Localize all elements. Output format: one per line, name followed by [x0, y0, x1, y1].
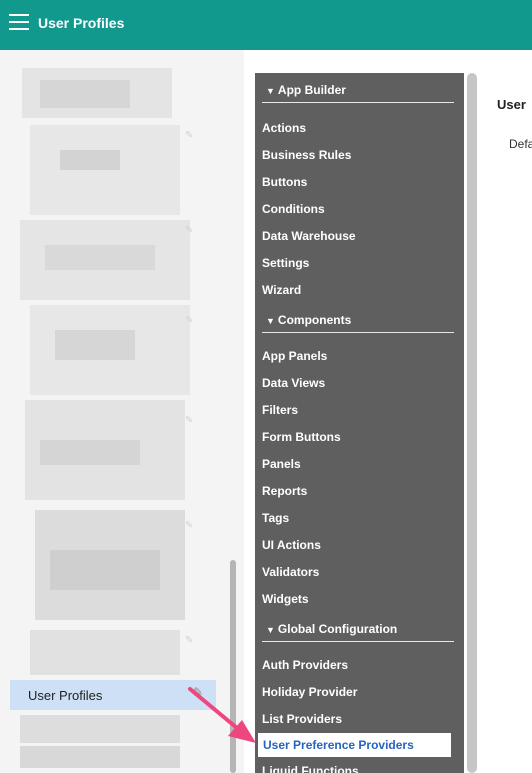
blurred-list-item: [40, 440, 140, 465]
menu-section-global-configuration[interactable]: ▼ Global Configuration: [262, 622, 454, 642]
menu-item-list-providers[interactable]: List Providers: [262, 712, 342, 726]
menu-item-data-views[interactable]: Data Views: [262, 376, 325, 390]
menu-item-validators[interactable]: Validators: [262, 565, 319, 579]
pencil-icon: ✎: [185, 520, 194, 531]
page-title: User Profiles: [38, 15, 125, 31]
blurred-list-item: [60, 150, 120, 170]
pencil-icon: ✎: [185, 415, 194, 426]
pencil-icon: ✎: [185, 635, 194, 646]
pencil-icon: ✎: [185, 225, 194, 236]
menu-item-tags[interactable]: Tags: [262, 511, 289, 525]
content-text: Defa: [509, 137, 532, 151]
menu-section-app-builder[interactable]: ▼ App Builder: [262, 83, 454, 103]
menu-item-settings[interactable]: Settings: [262, 256, 309, 270]
list-item-user-profiles[interactable]: User Profiles ✎: [10, 680, 216, 710]
menu-item-form-buttons[interactable]: Form Buttons: [262, 430, 341, 444]
menu-item-buttons[interactable]: Buttons: [262, 175, 307, 189]
menu-item-data-warehouse[interactable]: Data Warehouse: [262, 229, 356, 243]
pencil-icon: ✎: [185, 130, 194, 141]
blurred-list-item: [50, 550, 160, 590]
menu-section-label: App Builder: [277, 83, 346, 97]
menu-section-label: Global Configuration: [277, 622, 398, 636]
menu-item-conditions[interactable]: Conditions: [262, 202, 325, 216]
blurred-list-item: [40, 80, 130, 108]
menu-item-wizard[interactable]: Wizard: [262, 283, 301, 297]
blurred-list-item: [55, 330, 135, 360]
pencil-icon[interactable]: ✎: [193, 685, 203, 699]
menu-item-filters[interactable]: Filters: [262, 403, 298, 417]
menu-item-auth-providers[interactable]: Auth Providers: [262, 658, 348, 672]
menu-item-reports[interactable]: Reports: [262, 484, 307, 498]
caret-down-icon: ▼: [266, 316, 275, 326]
menu-item-liquid-functions[interactable]: Liquid Functions: [262, 764, 359, 773]
menu-item-panels[interactable]: Panels: [262, 457, 301, 471]
content-title: User: [497, 97, 526, 112]
menu-scrollbar[interactable]: [467, 73, 477, 773]
blurred-list-item: [30, 630, 180, 675]
menu-item-user-preference-providers[interactable]: User Preference Providers: [258, 733, 451, 757]
list-item-label: User Profiles: [28, 688, 103, 703]
caret-down-icon: ▼: [266, 86, 275, 96]
menu-item-ui-actions[interactable]: UI Actions: [262, 538, 321, 552]
menu-item-holiday-provider[interactable]: Holiday Provider: [262, 685, 357, 699]
blurred-list-item: [45, 245, 155, 270]
menu-section-label: Components: [277, 313, 352, 327]
hamburger-icon[interactable]: [9, 14, 29, 30]
blurred-list-item: [30, 125, 180, 215]
navigation-menu: ▼ App Builder Actions Business Rules Butt…: [255, 73, 464, 773]
left-panel: ✎ ✎ ✎ ✎ ✎ ✎ User Profiles ✎: [0, 50, 244, 773]
menu-item-business-rules[interactable]: Business Rules: [262, 148, 351, 162]
menu-section-components[interactable]: ▼ Components: [262, 313, 454, 333]
caret-down-icon: ▼: [266, 625, 275, 635]
menu-item-widgets[interactable]: Widgets: [262, 592, 309, 606]
pencil-icon: ✎: [185, 315, 194, 326]
blurred-list-item: [20, 746, 180, 768]
menu-item-actions[interactable]: Actions: [262, 121, 306, 135]
blurred-list-item: [20, 715, 180, 743]
left-scrollbar[interactable]: [230, 560, 236, 773]
menu-item-app-panels[interactable]: App Panels: [262, 349, 327, 363]
top-bar: User Profiles: [0, 0, 532, 50]
